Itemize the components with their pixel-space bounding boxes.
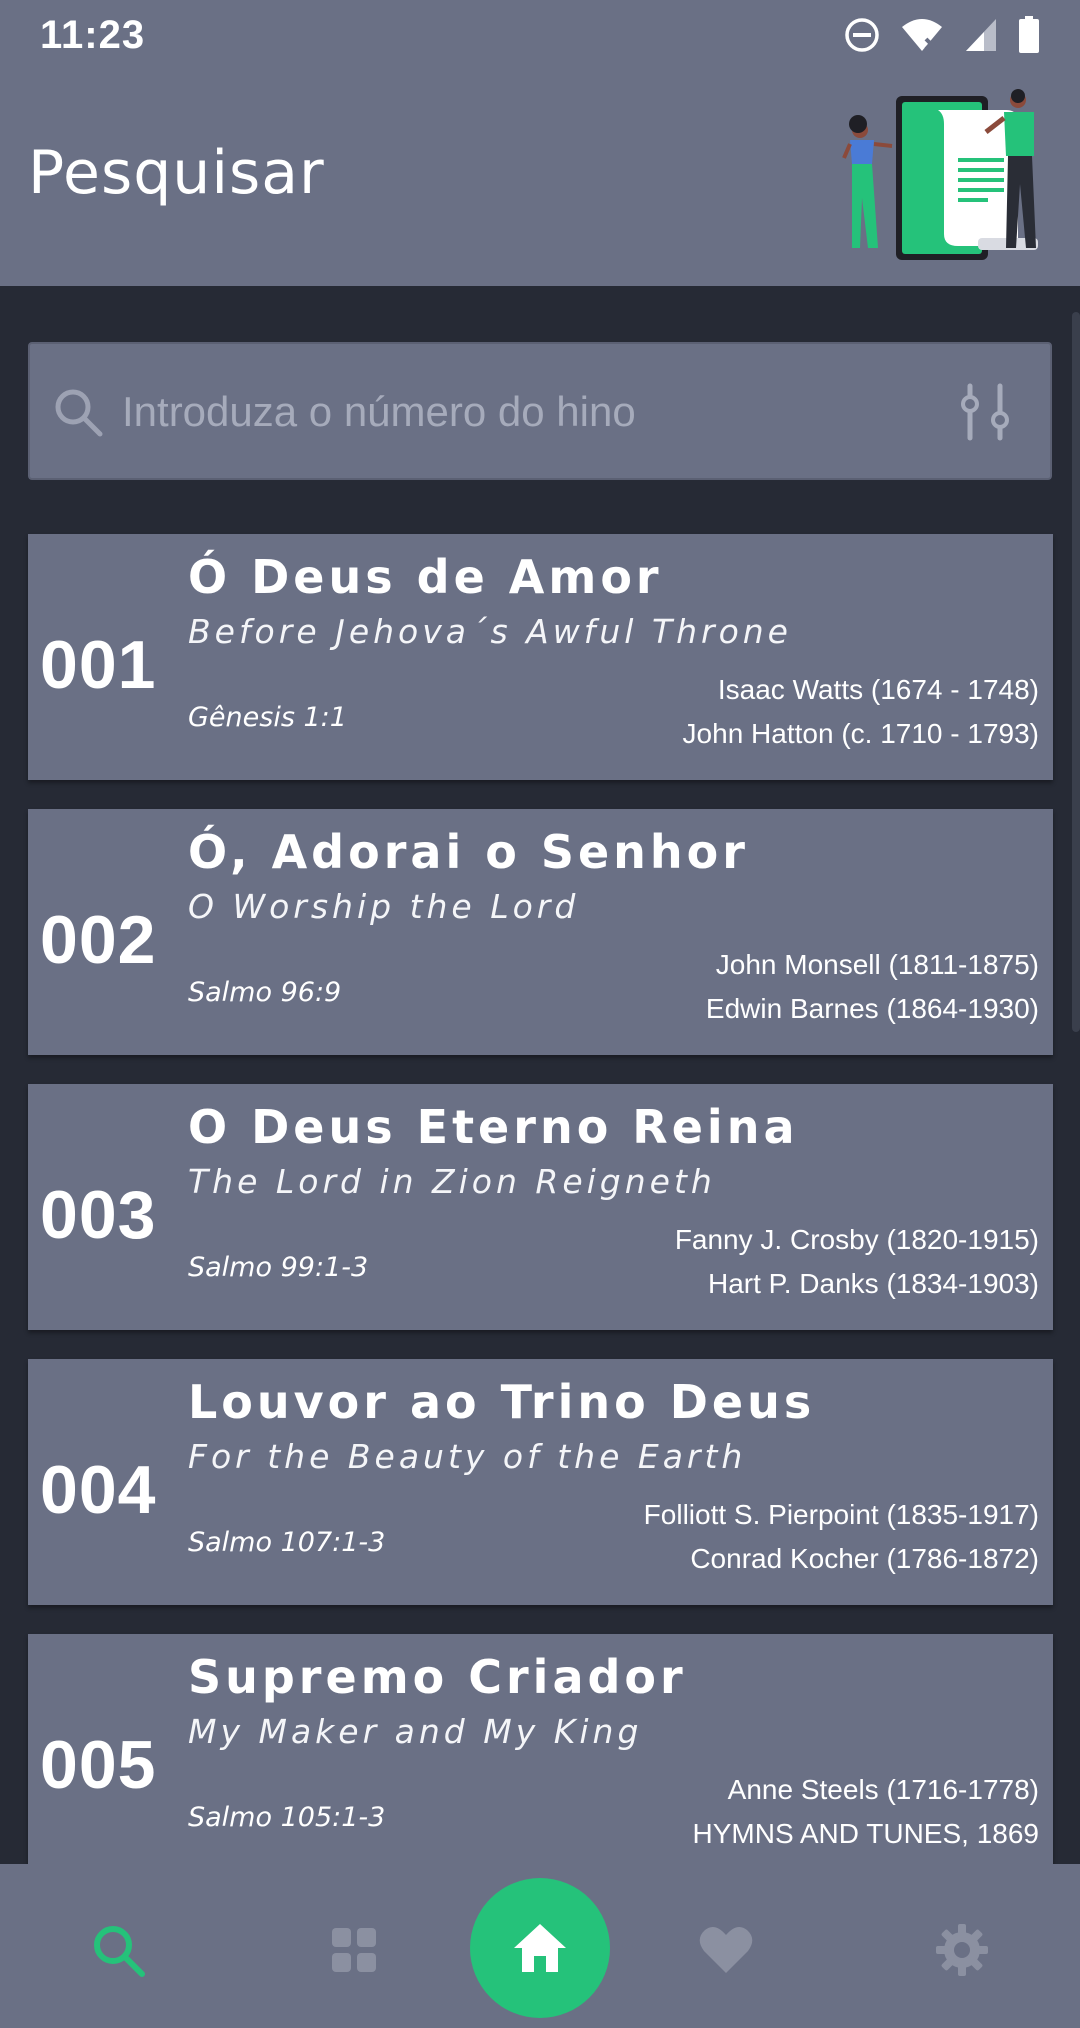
hymn-scripture-reference: Gênesis 1:1 bbox=[188, 702, 347, 733]
home-icon bbox=[514, 1924, 566, 1972]
hymn-card[interactable]: 001 Ó Deus de Amor Before Jehova´s Awful… bbox=[28, 534, 1053, 780]
battery-icon bbox=[1019, 16, 1039, 53]
bottom-navigation bbox=[0, 1864, 1080, 2028]
hymn-title: Ó, Adorai o Senhor bbox=[188, 825, 749, 879]
hymn-author: Anne Steels (1716-1778) bbox=[727, 1774, 1039, 1805]
hymn-composer: HYMNS AND TUNES, 1869 bbox=[692, 1818, 1040, 1849]
search-field[interactable]: Introduza o número do hino bbox=[28, 342, 1052, 480]
hymn-scripture-reference: Salmo 99:1-3 bbox=[188, 1252, 369, 1283]
grid-icon bbox=[332, 1928, 376, 1972]
hymn-author: Fanny J. Crosby (1820-1915) bbox=[674, 1224, 1039, 1255]
hymn-title: Supremo Criador bbox=[188, 1650, 687, 1704]
hymn-author: John Monsell (1811-1875) bbox=[715, 949, 1039, 980]
hymn-composer: Edwin Barnes (1864-1930) bbox=[705, 993, 1039, 1024]
nav-home-button[interactable] bbox=[470, 1878, 610, 2018]
hymn-title: Louvor ao Trino Deus bbox=[188, 1375, 816, 1429]
status-bar: 11:23 bbox=[0, 0, 1080, 70]
search-icon bbox=[94, 1926, 145, 1977]
hymn-title: O Deus Eterno Reina bbox=[188, 1100, 799, 1154]
page-title: Pesquisar bbox=[28, 138, 325, 208]
wifi-icon bbox=[902, 19, 942, 51]
hymn-title: Ó Deus de Amor bbox=[188, 550, 663, 604]
hymn-list-area[interactable]: Introduza o número do hino 001 Ó Deus de… bbox=[0, 286, 1080, 1864]
hymn-card[interactable]: 004 Louvor ao Trino Deus For the Beauty … bbox=[28, 1359, 1053, 1605]
hymn-scripture-reference: Salmo 105:1-3 bbox=[188, 1802, 386, 1833]
do-not-disturb-icon bbox=[845, 18, 879, 52]
search-input[interactable]: Introduza o número do hino bbox=[122, 388, 636, 436]
header-illustration bbox=[842, 89, 1038, 260]
hymn-original-title: O Worship the Lord bbox=[188, 887, 580, 926]
hymn-original-title: The Lord in Zion Reigneth bbox=[188, 1162, 716, 1201]
app-bar: Pesquisar bbox=[0, 70, 1080, 286]
nav-categories-button[interactable] bbox=[324, 1920, 384, 1980]
search-icon bbox=[55, 389, 103, 437]
hymn-number: 005 bbox=[40, 1727, 157, 1803]
hymn-scripture-reference: Salmo 96:9 bbox=[188, 977, 342, 1008]
signal-icon bbox=[966, 19, 996, 51]
hymn-number: 001 bbox=[40, 627, 157, 703]
nav-settings-button[interactable] bbox=[932, 1920, 992, 1980]
gear-icon bbox=[936, 1924, 988, 1976]
nav-favorites-button[interactable] bbox=[696, 1920, 756, 1980]
hymn-number: 002 bbox=[40, 902, 157, 978]
hymn-author: Isaac Watts (1674 - 1748) bbox=[717, 674, 1039, 705]
status-time: 11:23 bbox=[40, 12, 146, 57]
hymn-original-title: For the Beauty of the Earth bbox=[188, 1437, 747, 1476]
hymn-composer: Hart P. Danks (1834-1903) bbox=[708, 1268, 1039, 1299]
hymn-card[interactable]: 005 Supremo Criador My Maker and My King… bbox=[28, 1634, 1053, 1864]
hymn-original-title: Before Jehova´s Awful Throne bbox=[188, 612, 792, 651]
hymn-author: Folliott S. Pierpoint (1835-1917) bbox=[643, 1499, 1039, 1530]
filter-icon[interactable] bbox=[960, 382, 1010, 442]
heart-icon bbox=[699, 1926, 753, 1973]
hymn-number: 004 bbox=[40, 1452, 157, 1528]
hymn-composer: Conrad Kocher (1786-1872) bbox=[690, 1543, 1039, 1574]
scrollbar[interactable] bbox=[1072, 312, 1080, 1032]
nav-search-button[interactable] bbox=[88, 1920, 148, 1980]
hymn-original-title: My Maker and My King bbox=[188, 1712, 643, 1751]
hymn-card[interactable]: 003 O Deus Eterno Reina The Lord in Zion… bbox=[28, 1084, 1053, 1330]
status-icons bbox=[844, 16, 1040, 54]
hymn-scripture-reference: Salmo 107:1-3 bbox=[188, 1527, 386, 1558]
hymn-number: 003 bbox=[40, 1177, 157, 1253]
hymn-composer: John Hatton (c. 1710 - 1793) bbox=[682, 718, 1039, 749]
hymn-card[interactable]: 002 Ó, Adorai o Senhor O Worship the Lor… bbox=[28, 809, 1053, 1055]
